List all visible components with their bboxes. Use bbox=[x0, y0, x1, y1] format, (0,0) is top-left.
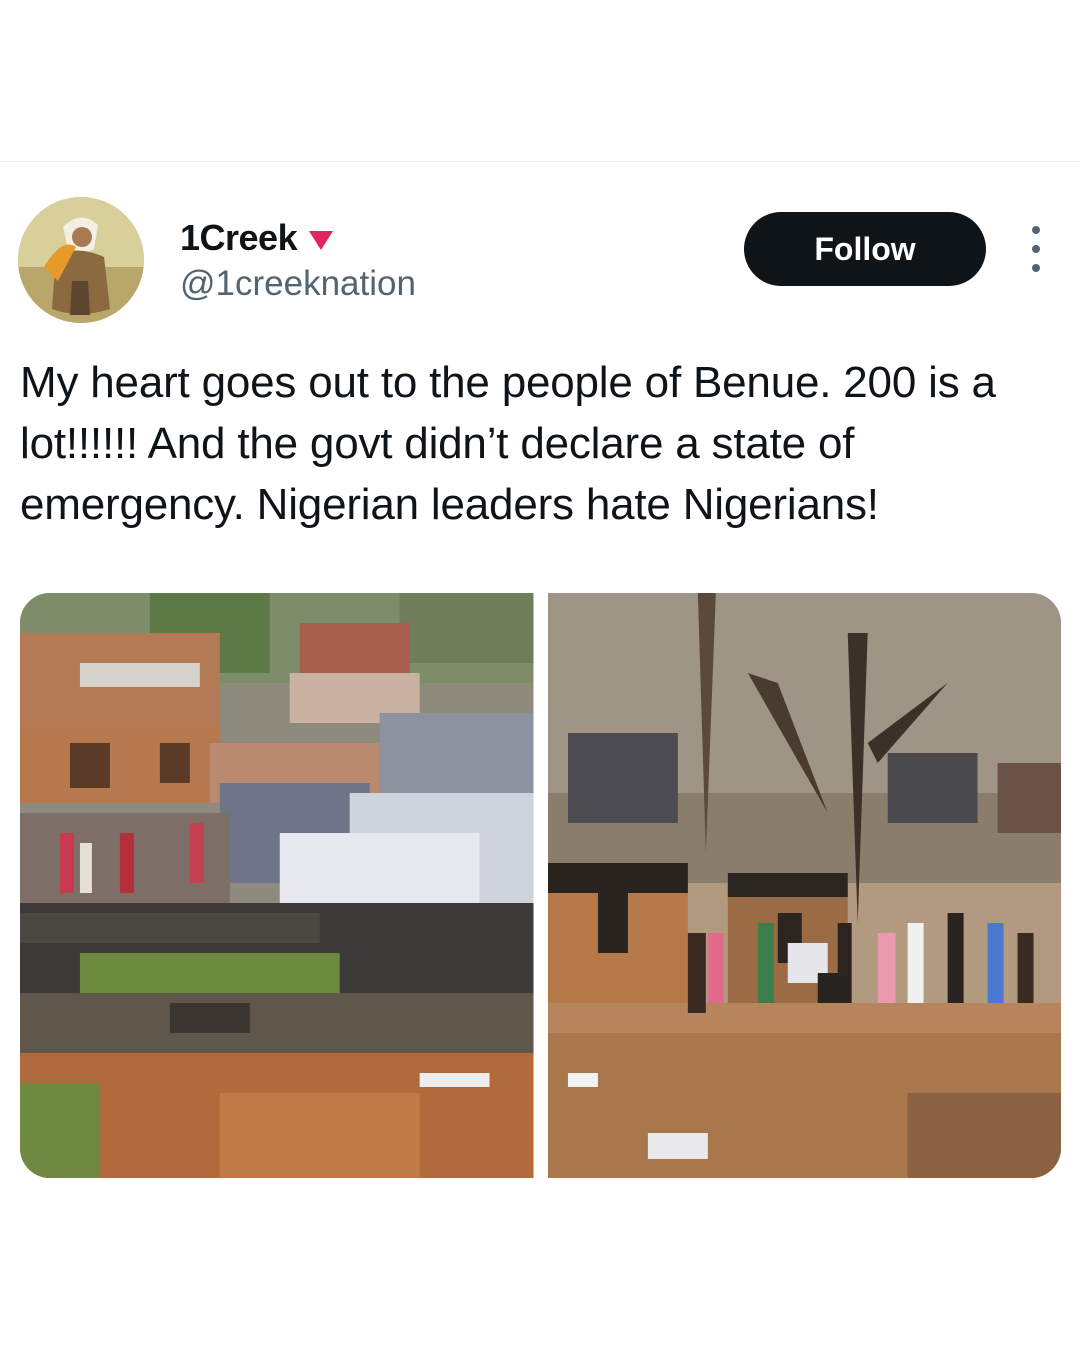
avatar[interactable] bbox=[18, 197, 144, 323]
dot bbox=[1032, 264, 1040, 272]
tweet-text: My heart goes out to the people of Benue… bbox=[20, 358, 996, 529]
top-divider bbox=[0, 161, 1080, 162]
burned-village-crowd-photo bbox=[547, 593, 1061, 1178]
dot bbox=[1032, 245, 1040, 253]
tweet-author: 1Creek @1creeknation bbox=[180, 214, 416, 304]
author-name-row: 1Creek bbox=[180, 214, 416, 262]
tweet-photo-2[interactable] bbox=[547, 593, 1061, 1178]
pixelated-burning-village-photo bbox=[20, 593, 534, 1178]
more-vertical-icon[interactable] bbox=[1020, 226, 1052, 272]
dot bbox=[1032, 226, 1040, 234]
user-handle[interactable]: @1creeknation bbox=[180, 264, 416, 304]
avatar-image bbox=[18, 197, 144, 323]
display-name[interactable]: 1Creek bbox=[180, 217, 298, 259]
follow-button[interactable]: Follow bbox=[744, 212, 986, 286]
red-triangle-down-icon bbox=[309, 230, 334, 250]
tweet-photo-1[interactable] bbox=[20, 593, 534, 1178]
tweet-media[interactable] bbox=[20, 593, 1061, 1178]
